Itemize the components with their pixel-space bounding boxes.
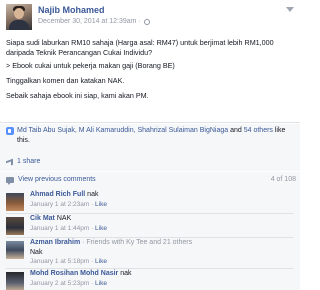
post-text-3: Tinggalkan komen dan katakan NAK.: [6, 76, 125, 85]
comment-time[interactable]: January 2 at 5:23pm ·: [30, 280, 95, 287]
post-date[interactable]: December 30, 2014 at 12:39am ·: [38, 18, 141, 25]
comments-list: Ahmad Rich Full nak January 1 at 2:23am …: [0, 189, 300, 290]
comment-time[interactable]: January 1 at 2:23am ·: [30, 201, 95, 208]
post-text-4: Sebaik sahaja ebook ini siap, kami akan …: [6, 91, 149, 100]
post-text-1: Siapa sudi laburkan RM10 sahaja (Harga a…: [6, 38, 274, 57]
likes-summary: Md Taib Abu Sujak, M Ali Kamaruddin, Sha…: [0, 124, 300, 155]
comment-like-link[interactable]: Like: [95, 201, 107, 208]
commenter-avatar[interactable]: [6, 217, 24, 235]
likers-others-link[interactable]: 54 others: [244, 127, 273, 134]
comment-text: NAK: [54, 215, 72, 222]
comment-time[interactable]: January 1 at 1:44pm ·: [30, 225, 95, 232]
post-header: Najib Mohamed December 30, 2014 at 12:39…: [6, 3, 296, 33]
likes-text: Md Taib Abu Sujak, M Ali Kamaruddin, Sha…: [17, 127, 286, 144]
post-text-2: > Ebook cukai untuk pekerja makan gaji (…: [6, 61, 175, 70]
chevron-down-icon[interactable]: [286, 7, 294, 12]
comment-text: nak: [118, 270, 132, 277]
commenter-name[interactable]: Ahmad Rich Full: [30, 191, 85, 198]
commenter-avatar[interactable]: [6, 272, 24, 290]
commenter-name[interactable]: Azman Ibrahim: [30, 239, 80, 246]
divider: [6, 237, 294, 238]
author-name[interactable]: Najib Mohamed: [38, 5, 105, 15]
comment-like-link[interactable]: Like: [95, 258, 107, 265]
likers-names[interactable]: Md Taib Abu Sujak, M Ali Kamaruddin, Sha…: [17, 127, 228, 134]
divider: [0, 122, 300, 123]
comment-item: Ahmad Rich Full nak January 1 at 2:23am …: [6, 191, 296, 213]
commenter-avatar[interactable]: [6, 193, 24, 211]
comment-text: Nak: [30, 249, 43, 256]
divider: [6, 213, 294, 214]
divider: [6, 268, 294, 269]
comment-time[interactable]: January 1 at 5:18pm ·: [30, 258, 95, 265]
share-count-link[interactable]: 1 share: [17, 158, 40, 165]
comments-header: View previous comments 4 of 108: [0, 172, 300, 189]
commenter-avatar[interactable]: [6, 241, 24, 259]
author-avatar[interactable]: [6, 4, 32, 30]
view-previous-comments-link[interactable]: View previous comments: [18, 176, 96, 183]
commenter-name[interactable]: Mohd Rosihan Mohd Nasir: [30, 270, 118, 277]
like-icon: [6, 127, 14, 135]
comment-like-link[interactable]: Like: [95, 280, 107, 287]
comment-like-link[interactable]: Like: [95, 225, 107, 232]
comment-item: Cik Mat NAK January 1 at 1:44pm · Like: [6, 215, 296, 237]
comment-item: Mohd Rosihan Mohd Nasir nak January 2 at…: [6, 270, 296, 290]
share-summary: 1 share: [0, 155, 300, 171]
comment-icon: [6, 177, 14, 185]
comment-text: nak: [85, 191, 99, 198]
comment-count: 4 of 108: [270, 176, 296, 183]
post-timestamp[interactable]: December 30, 2014 at 12:39am ·: [38, 18, 150, 25]
share-icon: [6, 158, 13, 168]
globe-icon: [143, 18, 150, 25]
commenter-name[interactable]: Cik Mat: [30, 215, 55, 222]
facebook-post: Najib Mohamed December 30, 2014 at 12:39…: [0, 0, 300, 290]
commenter-friends[interactable]: · Friends with Ky Tee and 21 others: [80, 239, 192, 246]
comment-item: Azman Ibrahim · Friends with Ky Tee and …: [6, 239, 296, 267]
